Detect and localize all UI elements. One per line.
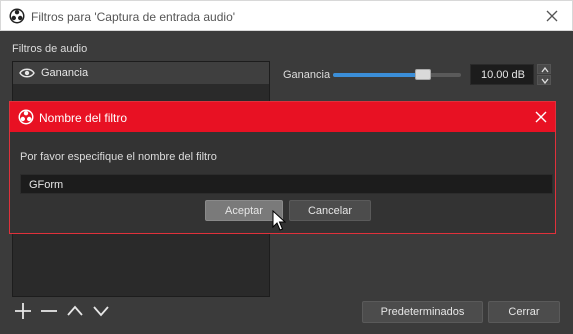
dialog-title: Nombre del filtro (39, 111, 128, 125)
filter-item-label: Ganancia (41, 67, 89, 79)
gain-value-field[interactable]: 10.00 dB (470, 64, 534, 85)
defaults-button[interactable]: Predeterminados (362, 301, 483, 323)
slider-fill (333, 73, 423, 77)
close-button[interactable]: Cerrar (488, 301, 560, 323)
list-item[interactable]: Ganancia (13, 62, 269, 84)
chevron-up-icon (541, 67, 549, 73)
obs-icon (18, 109, 34, 125)
chevron-down-icon[interactable] (92, 302, 110, 320)
obs-icon (9, 8, 25, 24)
plus-icon[interactable] (14, 302, 32, 320)
minus-icon[interactable] (40, 302, 58, 320)
filters-section-label: Filtros de audio (12, 43, 88, 55)
step-up-button[interactable] (537, 64, 551, 74)
window-titlebar: Filtros para 'Captura de entrada audio' (0, 0, 573, 31)
close-icon[interactable] (542, 6, 562, 26)
dialog-prompt: Por favor especifique el nombre del filt… (20, 151, 217, 163)
window-title: Filtros para 'Captura de entrada audio' (31, 10, 236, 24)
eye-icon[interactable] (19, 67, 35, 79)
close-icon[interactable] (533, 109, 549, 125)
mouse-cursor-icon (272, 210, 286, 231)
gain-stepper[interactable] (537, 64, 551, 85)
gain-label: Ganancia (283, 69, 331, 81)
chevron-up-icon[interactable] (66, 302, 84, 320)
dialog-titlebar: Nombre del filtro (10, 102, 555, 132)
cancel-button[interactable]: Cancelar (289, 200, 371, 221)
filter-name-input[interactable]: GForm (20, 174, 553, 194)
chevron-down-icon (541, 78, 549, 84)
step-down-button[interactable] (537, 75, 551, 85)
gain-slider[interactable] (333, 68, 461, 82)
slider-thumb[interactable] (415, 69, 431, 80)
